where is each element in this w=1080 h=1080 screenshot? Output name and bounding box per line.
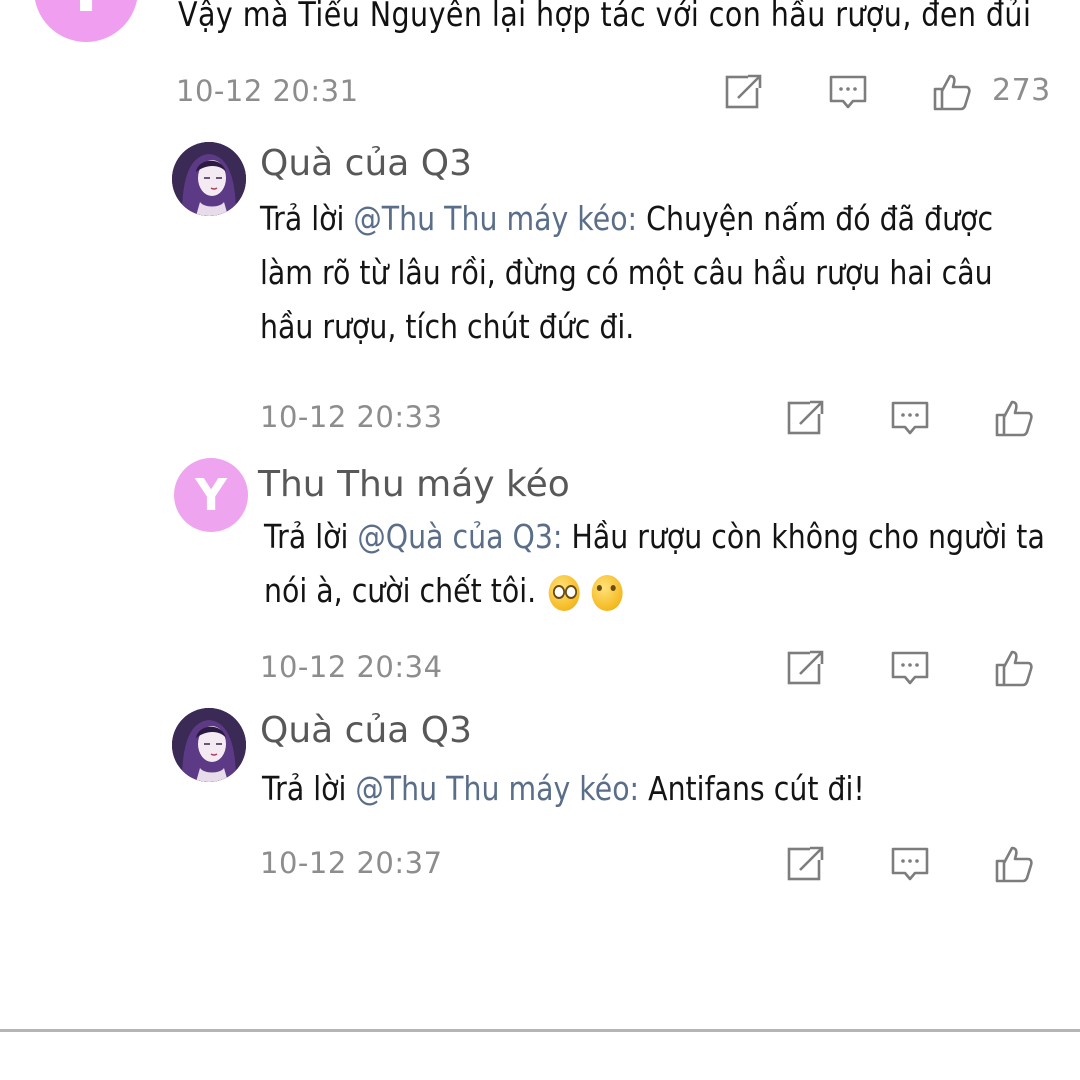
timestamp: 10-12 20:37 [260, 846, 443, 880]
username[interactable]: Thu Thu máy kéo [258, 462, 570, 508]
reply-content: Antifans cút đi! [648, 769, 865, 808]
avatar-letter: Y [195, 469, 227, 521]
like-count: 273 [992, 73, 1051, 108]
comment-icon[interactable] [828, 72, 868, 112]
thumbs-up-icon[interactable] [994, 648, 1034, 688]
comment-icon[interactable] [890, 398, 930, 438]
username[interactable]: Quà của Q3 [260, 141, 472, 187]
timestamp: 10-12 20:33 [260, 400, 443, 434]
reply-text: Trả lời @Thu Thu máy kéo: Antifans cút đ… [262, 762, 1053, 816]
thumbs-up-icon[interactable] [994, 398, 1034, 438]
comment-actions: 10-12 20:34 [260, 642, 1060, 692]
thinking-face-emoji-icon [592, 574, 624, 611]
mention-link[interactable]: @Thu Thu máy kéo: [355, 769, 639, 808]
share-icon[interactable] [786, 398, 826, 438]
thumbs-up-icon[interactable] [994, 844, 1034, 884]
comment-icon[interactable] [890, 648, 930, 688]
share-icon[interactable] [786, 648, 826, 688]
avatar[interactable] [172, 142, 246, 216]
username[interactable]: Quà của Q3 [260, 708, 472, 754]
thumbs-up-icon[interactable] [932, 72, 972, 112]
mention-link[interactable]: @Quà của Q3: [357, 517, 562, 556]
dizzy-face-emoji-icon [548, 574, 580, 611]
share-icon[interactable] [724, 72, 764, 112]
comment-actions: 10-12 20:33 [260, 392, 1060, 442]
reply-prefix: Trả lời [264, 517, 349, 556]
avatar[interactable]: Y [34, 0, 138, 42]
share-icon[interactable] [786, 844, 826, 884]
avatar[interactable] [172, 708, 246, 782]
avatar-letter: Y [63, 0, 109, 27]
reply-text: Trả lời @Thu Thu máy kéo: Chuyện nấm đó … [260, 192, 1051, 354]
avatar[interactable]: Y [174, 458, 248, 532]
divider [0, 1029, 1080, 1032]
comment-text: Vậy mà Tiểu Nguyên lại hợp tác với con h… [178, 0, 1032, 35]
reply-text: Trả lời @Quà của Q3: Hầu rượu còn không … [264, 510, 1055, 618]
reply-prefix: Trả lời [260, 199, 345, 238]
comment-actions: 10-12 20:31 273 [176, 66, 1056, 116]
timestamp: 10-12 20:31 [176, 74, 359, 108]
comment-actions: 10-12 20:37 [260, 838, 1060, 888]
comment-icon[interactable] [890, 844, 930, 884]
reply-prefix: Trả lời [262, 769, 347, 808]
mention-link[interactable]: @Thu Thu máy kéo: [353, 199, 637, 238]
timestamp: 10-12 20:34 [260, 650, 443, 684]
